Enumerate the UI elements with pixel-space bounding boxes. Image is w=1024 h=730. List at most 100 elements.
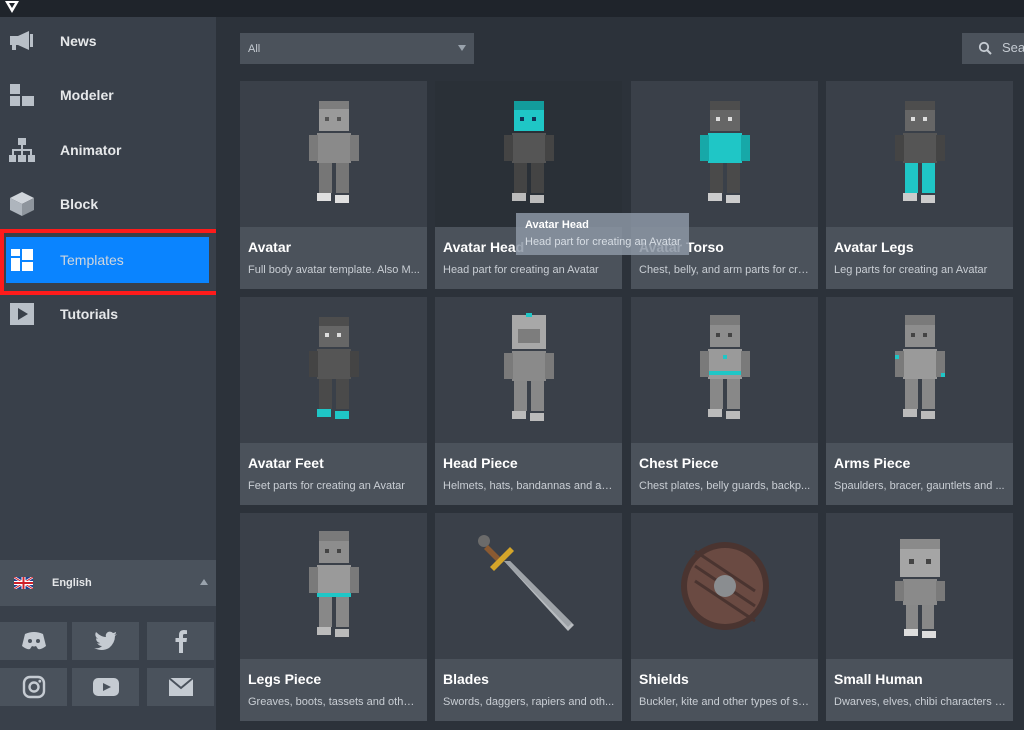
card-description: Spaulders, bracer, gauntlets and ... — [834, 480, 1005, 492]
sidebar-item-label: Block — [60, 196, 99, 212]
card-title: Avatar Legs — [834, 239, 914, 255]
avatar-legs-figure-icon — [894, 101, 945, 203]
sidebar-item-label: Animator — [60, 142, 122, 158]
search-icon — [978, 41, 992, 55]
card-title: Arms Piece — [834, 455, 911, 471]
template-card-avatar-head[interactable]: Avatar Head Head part for creating an Av… — [435, 81, 622, 289]
card-description: Leg parts for creating an Avatar — [834, 264, 988, 276]
sidebar-item-block[interactable]: Block — [0, 177, 216, 231]
sidebar-item-label: Modeler — [60, 87, 114, 103]
template-thumbnail — [435, 81, 622, 227]
card-description: Chest plates, belly guards, backp... — [639, 480, 811, 492]
card-title: Shields — [639, 671, 689, 687]
uk-flag-icon — [14, 577, 33, 589]
tooltip-title: Avatar Head — [525, 219, 589, 231]
template-card-avatar-legs[interactable]: Avatar Legs Leg parts for creating an Av… — [826, 81, 1013, 289]
avatar-torso-figure-icon — [699, 101, 750, 203]
template-thumbnail — [631, 297, 818, 443]
template-card-avatar-feet[interactable]: Avatar Feet Feet parts for creating an A… — [240, 297, 427, 505]
card-description: Full body avatar template. Also M... — [248, 264, 420, 276]
template-card-small-human[interactable]: Small Human Dwarves, elves, chibi charac… — [826, 513, 1013, 721]
blocks-icon — [8, 81, 36, 109]
play-icon — [8, 300, 36, 328]
sidebar-item-news[interactable]: News — [0, 14, 216, 68]
email-button[interactable] — [147, 668, 214, 706]
caret-up-icon — [200, 579, 208, 585]
template-card-shields[interactable]: Shields Buckler, kite and other types of… — [631, 513, 818, 721]
template-thumbnail — [826, 513, 1013, 659]
tooltip-description: Head part for creating an Avatar — [525, 236, 681, 248]
facebook-icon — [175, 630, 187, 653]
card-title: Small Human — [834, 671, 923, 687]
sidebar-item-animator[interactable]: Animator — [0, 123, 216, 177]
instagram-button[interactable] — [0, 668, 67, 706]
legs-piece-figure-icon — [308, 531, 359, 637]
filter-selected-value: All — [248, 42, 261, 55]
twitter-icon — [93, 631, 117, 650]
avatar-figure-icon — [308, 101, 359, 203]
discord-button[interactable] — [0, 622, 67, 660]
card-description: Greaves, boots, tassets and other... — [248, 696, 420, 708]
template-thumbnail — [435, 513, 622, 659]
facebook-button[interactable] — [147, 622, 214, 660]
template-card-blades[interactable]: Blades Swords, daggers, rapiers and oth.… — [435, 513, 622, 721]
card-title: Avatar Feet — [248, 455, 324, 471]
discord-icon — [21, 632, 46, 650]
caret-down-icon — [458, 45, 466, 51]
card-title: Blades — [443, 671, 489, 687]
instagram-icon — [22, 675, 45, 699]
card-title: Head Piece — [443, 455, 518, 471]
app-logo-icon — [5, 1, 19, 13]
card-title: Avatar — [248, 239, 292, 255]
mail-icon — [168, 678, 193, 696]
language-selector[interactable]: English — [0, 560, 216, 606]
hierarchy-icon — [8, 136, 36, 164]
sidebar-item-label: News — [60, 33, 97, 49]
twitter-button[interactable] — [72, 622, 139, 660]
chest-piece-figure-icon — [699, 315, 750, 419]
arms-piece-figure-icon — [894, 315, 945, 419]
card-description: Feet parts for creating an Avatar — [248, 480, 405, 492]
template-thumbnail — [435, 297, 622, 443]
search-box[interactable] — [962, 33, 1024, 64]
template-card-legs-piece[interactable]: Legs Piece Greaves, boots, tassets and o… — [240, 513, 427, 721]
sidebar-item-label: Tutorials — [60, 306, 119, 322]
template-thumbnail — [240, 297, 427, 443]
card-description: Dwarves, elves, chibi characters a... — [834, 696, 1006, 708]
language-label: English — [52, 577, 92, 589]
template-card-chest-piece[interactable]: Chest Piece Chest plates, belly guards, … — [631, 297, 818, 505]
shield-icon — [680, 542, 769, 630]
template-thumbnail — [631, 513, 818, 659]
sidebar-item-modeler[interactable]: Modeler — [0, 68, 216, 122]
search-input[interactable] — [1002, 40, 1024, 55]
category-filter-dropdown[interactable]: All — [240, 33, 474, 64]
card-title: Legs Piece — [248, 671, 322, 687]
small-human-figure-icon — [894, 539, 945, 638]
megaphone-icon — [8, 27, 36, 55]
sword-icon — [477, 535, 574, 631]
avatar-feet-figure-icon — [308, 317, 359, 419]
template-thumbnail — [826, 297, 1013, 443]
youtube-icon — [92, 678, 119, 696]
template-thumbnail — [240, 513, 427, 659]
avatar-head-figure-icon — [503, 101, 554, 203]
card-title: Chest Piece — [639, 455, 719, 471]
template-thumbnail — [631, 81, 818, 227]
template-card-head-piece[interactable]: Head Piece Helmets, hats, bandannas and … — [435, 297, 622, 505]
card-description: Chest, belly, and arm parts for cre... — [639, 264, 811, 276]
card-description: Head part for creating an Avatar — [443, 264, 599, 276]
card-title: Avatar Head — [443, 239, 525, 255]
card-description: Buckler, kite and other types of sh... — [639, 696, 811, 708]
cube-icon — [8, 190, 36, 218]
template-card-arms-piece[interactable]: Arms Piece Spaulders, bracer, gauntlets … — [826, 297, 1013, 505]
template-card-avatar-torso[interactable]: Avatar Torso Chest, belly, and arm parts… — [631, 81, 818, 289]
card-description: Helmets, hats, bandannas and ac... — [443, 480, 615, 492]
sidebar-item-tutorials[interactable]: Tutorials — [0, 287, 216, 341]
template-card-avatar[interactable]: Avatar Full body avatar template. Also M… — [240, 81, 427, 289]
youtube-button[interactable] — [72, 668, 139, 706]
template-thumbnail — [826, 81, 1013, 227]
card-tooltip: Avatar Head Head part for creating an Av… — [516, 213, 689, 255]
active-item-highlight-frame — [0, 229, 222, 295]
card-description: Swords, daggers, rapiers and oth... — [443, 696, 615, 708]
head-piece-figure-icon — [503, 313, 554, 421]
